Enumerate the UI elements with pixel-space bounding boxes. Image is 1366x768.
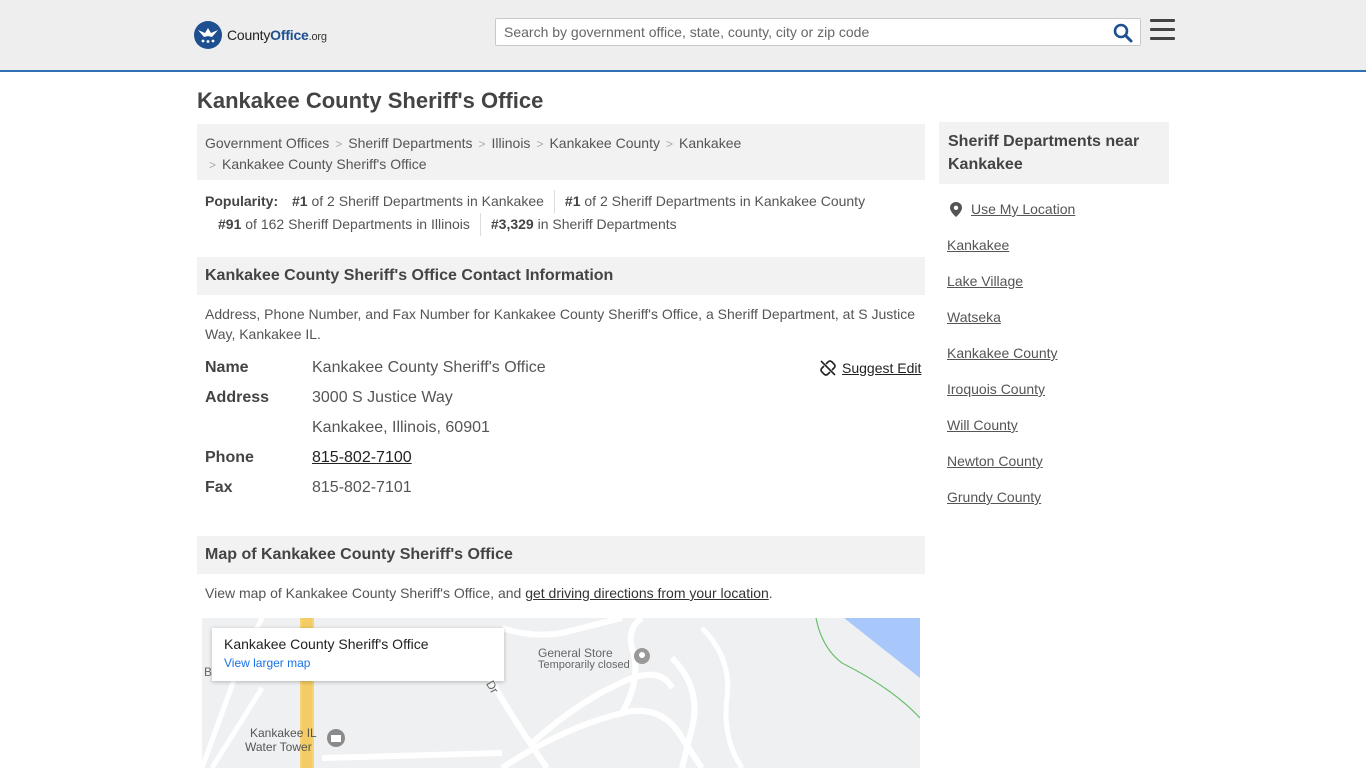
logo-eagle-icon — [194, 21, 222, 49]
site-header: CountyOffice.org — [0, 0, 1366, 72]
search-icon[interactable] — [1112, 22, 1134, 44]
breadcrumb-separator: > — [478, 137, 486, 151]
breadcrumb-illinois[interactable]: Illinois — [492, 135, 531, 151]
breadcrumb-separator: > — [536, 137, 544, 151]
embedded-map[interactable]: Kankakee County Sheriff's Office View la… — [202, 618, 920, 768]
driving-directions-link[interactable]: get driving directions from your locatio… — [525, 585, 769, 601]
popularity-item: #1 of 2 Sheriff Departments in Kankakee … — [553, 190, 875, 213]
search-input[interactable] — [496, 19, 1096, 45]
suggest-edit-label: Suggest Edit — [842, 360, 922, 376]
sidebar-item-grundy-county[interactable]: Grundy County — [947, 487, 1041, 507]
phone-label: Phone — [205, 449, 254, 466]
view-larger-map-link[interactable]: View larger map — [224, 656, 492, 670]
contact-description: Address, Phone Number, and Fax Number fo… — [205, 306, 916, 342]
fax-value: 815-802-7101 — [312, 479, 412, 496]
popularity-item: #1 of 2 Sheriff Departments in Kankakee — [292, 193, 544, 209]
address-line2: Kankakee, Illinois, 60901 — [312, 419, 490, 436]
sidebar-item-lake-village[interactable]: Lake Village — [947, 271, 1023, 291]
map-label-tower-2: Water Tower — [245, 740, 312, 754]
suggest-edit-link[interactable]: Suggest Edit — [820, 358, 921, 378]
map-label-tower-1: Kankakee IL — [250, 726, 317, 740]
popularity-label: Popularity: — [205, 193, 279, 209]
hamburger-menu-icon[interactable] — [1150, 19, 1175, 43]
map-info-card: Kankakee County Sheriff's Office View la… — [212, 628, 504, 681]
address-line1: 3000 S Justice Way — [312, 389, 453, 406]
breadcrumb: Government Offices > Sheriff Departments > I… — [197, 124, 925, 180]
sidebar-item-newton-county[interactable]: Newton County — [947, 451, 1043, 471]
use-my-location-link[interactable]: Use My Location — [971, 199, 1075, 219]
sidebar-item-watseka[interactable]: Watseka — [947, 307, 1001, 327]
map-label-store: General Store — [538, 646, 613, 660]
page-title: Kankakee County Sheriff's Office — [197, 88, 544, 113]
sidebar-heading: Sheriff Departments near Kankakee — [939, 122, 1169, 184]
breadcrumb-separator: > — [335, 137, 343, 151]
map-label-edge: B — [204, 665, 213, 679]
contact-section-heading: Kankakee County Sheriff's Office Contact… — [197, 257, 925, 295]
sidebar-item-will-county[interactable]: Will County — [947, 415, 1018, 435]
fax-label: Fax — [205, 479, 233, 496]
map-card-title: Kankakee County Sheriff's Office — [224, 636, 429, 652]
map-description: View map of Kankakee County Sheriff's Of… — [205, 585, 773, 601]
breadcrumb-government-offices[interactable]: Government Offices — [205, 135, 329, 151]
map-label-store-status: Temporarily closed — [538, 659, 630, 671]
breadcrumb-sheriff-departments[interactable]: Sheriff Departments — [348, 135, 472, 151]
popularity-stats: Popularity: #1 of 2 Sheriff Departments … — [205, 190, 915, 236]
breadcrumb-kankakee-county[interactable]: Kankakee County — [549, 135, 660, 151]
breadcrumb-current: Kankakee County Sheriff's Office — [222, 156, 427, 172]
phone-link[interactable]: 815-802-7100 — [312, 449, 412, 466]
breadcrumb-separator: > — [665, 137, 673, 151]
popularity-item: #3,329 in Sheriff Departments — [479, 213, 687, 236]
location-pin-icon — [950, 202, 962, 217]
search-box — [495, 18, 1141, 46]
logo-wordmark: CountyOffice.org — [227, 27, 327, 43]
map-section-heading: Map of Kankakee County Sheriff's Office — [197, 536, 925, 574]
breadcrumb-separator: > — [209, 158, 217, 172]
popularity-item: #91 of 162 Sheriff Departments in Illino… — [218, 216, 470, 232]
name-value: Kankakee County Sheriff's Office — [312, 359, 546, 376]
name-label: Name — [205, 359, 249, 376]
sidebar-item-kankakee[interactable]: Kankakee — [947, 235, 1009, 255]
address-label: Address — [205, 389, 270, 406]
sidebar-item-kankakee-county[interactable]: Kankakee County — [947, 343, 1058, 363]
broken-link-icon — [820, 360, 836, 376]
breadcrumb-kankakee[interactable]: Kankakee — [679, 135, 741, 151]
site-logo[interactable]: CountyOffice.org — [194, 20, 327, 50]
sidebar-item-iroquois-county[interactable]: Iroquois County — [947, 379, 1045, 399]
